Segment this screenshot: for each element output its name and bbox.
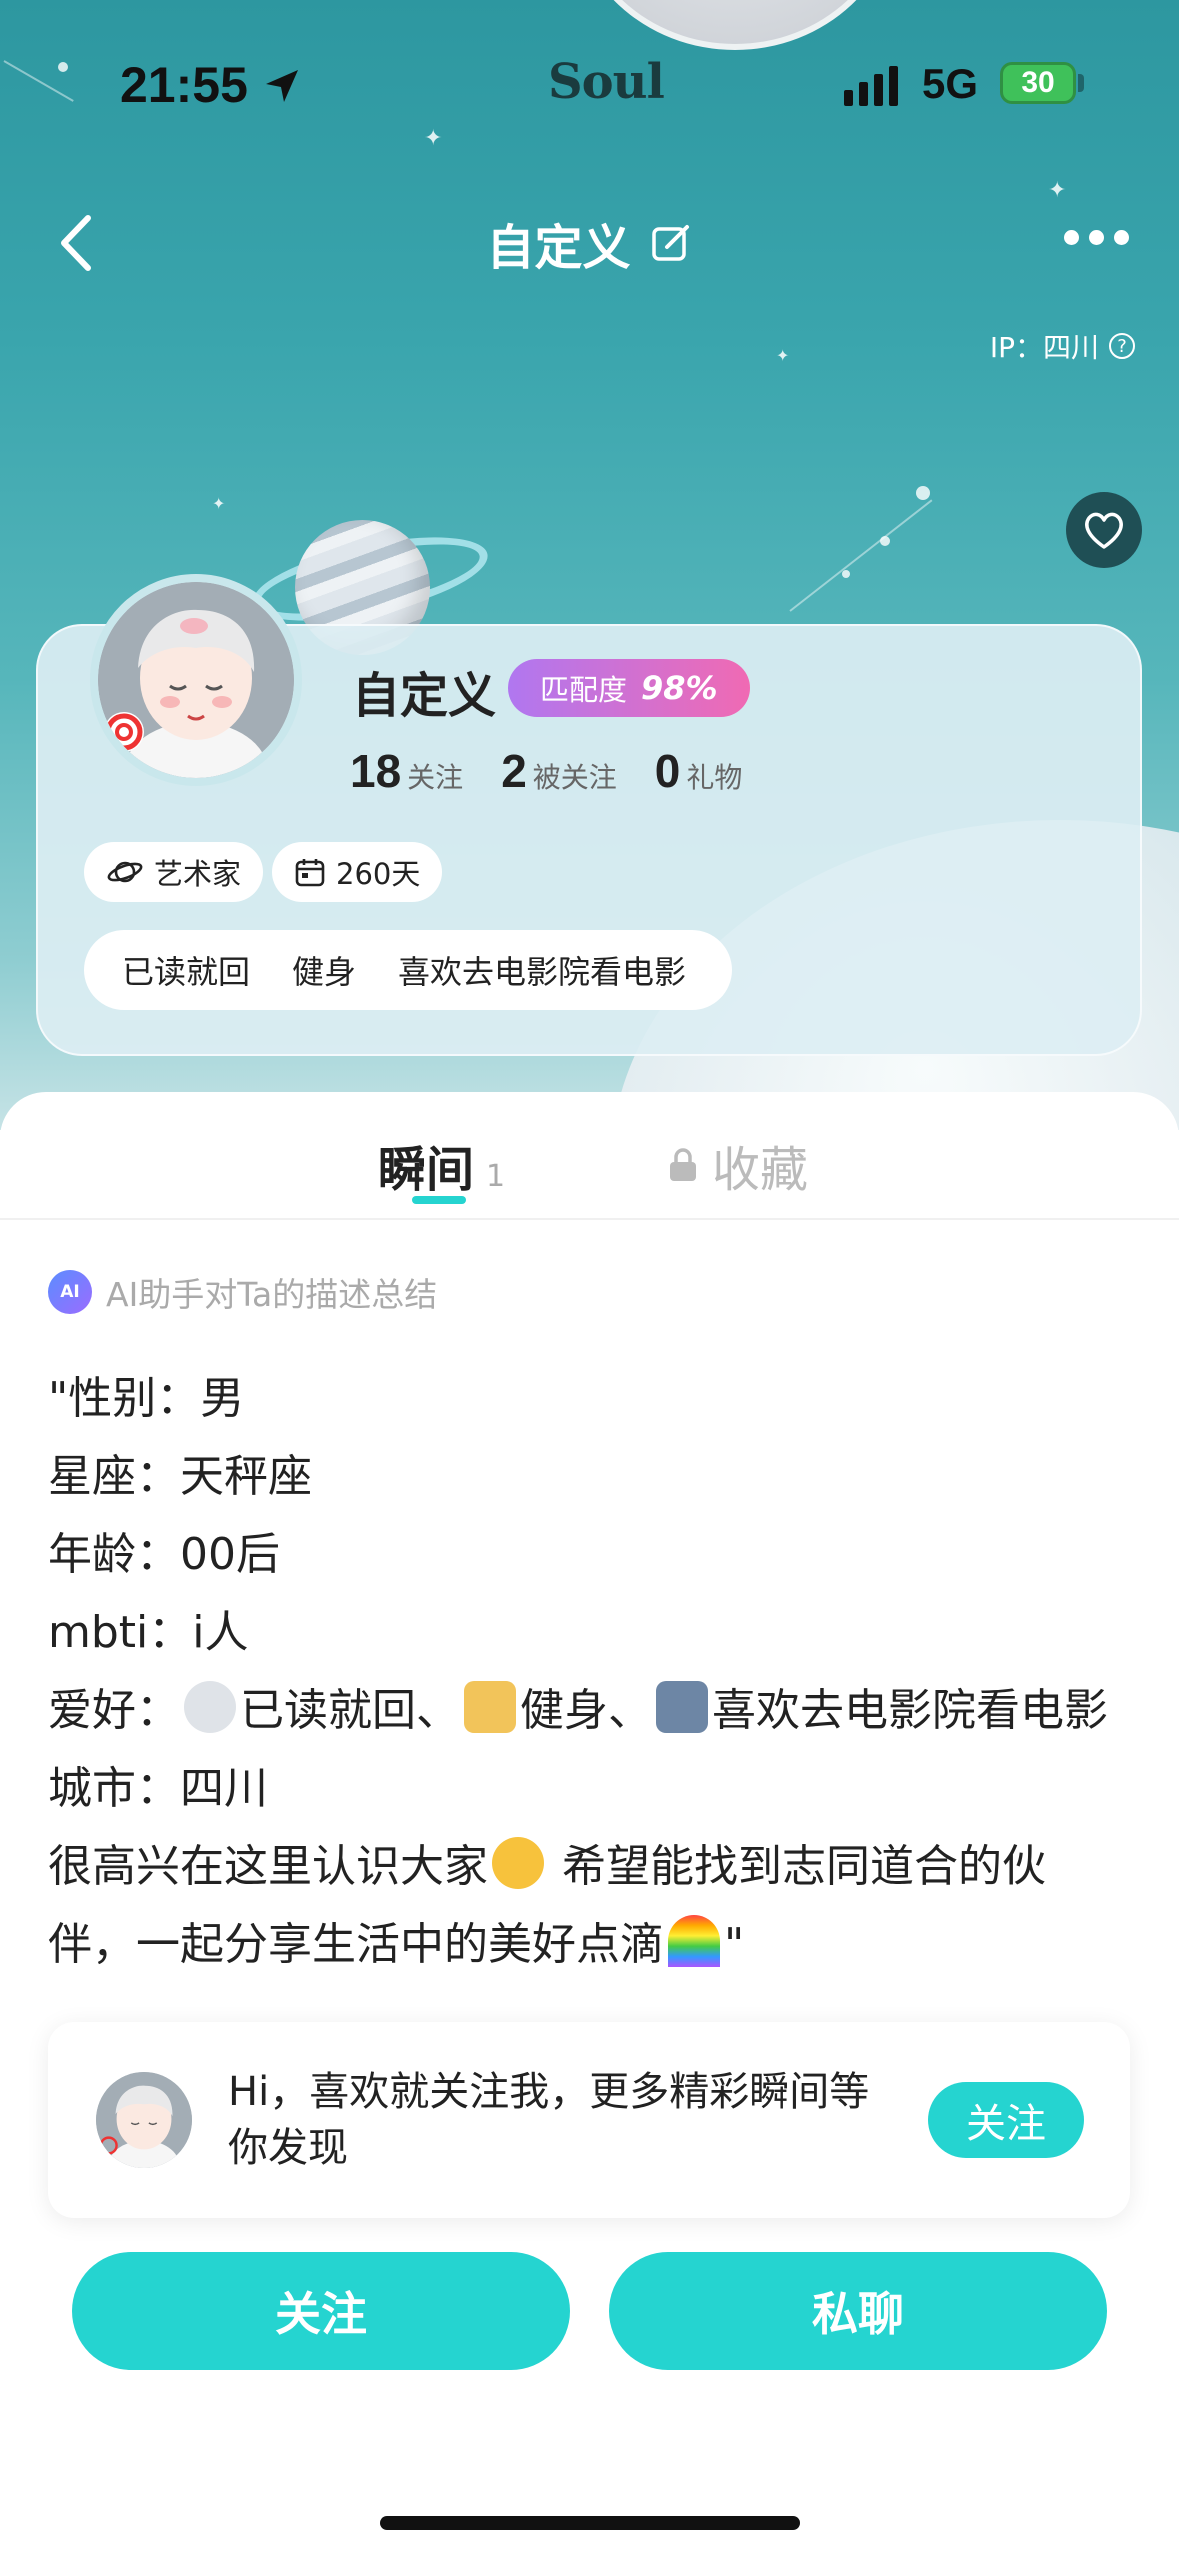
summary-intro-line: 伴，一起分享生活中的美好点滴 "	[48, 1906, 1138, 1984]
tag-chip-days[interactable]: 260天	[272, 842, 443, 902]
ai-summary-text: "性别：男 星座：天秤座 年龄：00后 mbti：i人 爱好： 已读就回、 健身、 喜…	[48, 1360, 1138, 1984]
location-arrow-icon	[266, 70, 298, 102]
summary-line: 城市：四川	[48, 1763, 268, 1814]
summary-line: 星座：天秤座	[48, 1451, 312, 1502]
star-decoration: ✦	[1048, 178, 1067, 203]
ai-assistant-icon: AI	[48, 1270, 92, 1314]
follow-prompt-card: Hi，喜欢就关注我，更多精彩瞬间等你发现 关注	[48, 2022, 1130, 2218]
intro-text: 伴，一起分享生活中的美好点滴	[48, 1919, 664, 1970]
chip-label: 260天	[336, 857, 421, 891]
summary-line: "性别：男	[48, 1373, 245, 1424]
hobby-part: 喜欢去电影院看电影	[712, 1685, 1108, 1736]
smiling-face-hearts-icon	[492, 1837, 544, 1889]
tag-chip-artist[interactable]: 艺术家	[84, 842, 264, 902]
more-options-button[interactable]	[1064, 230, 1129, 245]
stat-number: 18	[350, 745, 402, 797]
star-decoration: ✦	[424, 126, 443, 151]
battery-tip	[1078, 74, 1084, 92]
summary-intro-line: 很高兴在这里认识大家 希望能找到志同道合的伙	[48, 1828, 1138, 1906]
interest-tag: 喜欢去电影院看电影	[398, 953, 687, 991]
follow-button[interactable]: 关注	[72, 2252, 570, 2370]
hobby-part: 健身、	[520, 1685, 652, 1736]
ai-summary-header: AI AI助手对Ta的描述总结	[48, 1268, 437, 1316]
favorite-heart-button[interactable]	[1066, 492, 1142, 568]
summary-hobby-line: 爱好： 已读就回、 健身、 喜欢去电影院看电影	[48, 1672, 1138, 1750]
intro-text: 很高兴在这里认识大家	[48, 1841, 488, 1892]
edit-icon[interactable]	[649, 221, 693, 265]
summary-line: 年龄：00后	[48, 1529, 280, 1580]
lock-icon	[670, 1148, 696, 1181]
movie-camera-icon	[656, 1681, 708, 1733]
avatar-illustration	[96, 2072, 192, 2168]
stat-label: 礼物	[686, 761, 743, 794]
help-icon[interactable]: ?	[1109, 333, 1135, 359]
stat-label: 被关注	[532, 761, 617, 794]
chat-button[interactable]: 私聊	[609, 2252, 1107, 2370]
signal-icon	[844, 64, 898, 106]
home-indicator[interactable]	[380, 2516, 800, 2530]
app-logo: Soul	[548, 54, 665, 110]
avatar[interactable]	[90, 574, 302, 786]
chip-label: 艺术家	[154, 857, 242, 891]
hobby-prefix: 爱好：	[48, 1685, 180, 1736]
nav-title: 自定义	[486, 220, 631, 276]
status-bar: 21:55 Soul 5G 30	[0, 50, 1179, 130]
intro-text: "	[724, 1919, 745, 1970]
constellation-line	[789, 499, 933, 612]
tab-favorites[interactable]: 收藏	[668, 1130, 808, 1200]
ip-label: IP：四川	[989, 331, 1099, 364]
heart-icon	[1085, 512, 1123, 549]
stat-followers[interactable]: 2 被关注	[501, 744, 617, 798]
match-value: 98%	[641, 669, 718, 707]
weightlifter-icon	[464, 1681, 516, 1733]
rainbow-icon	[668, 1915, 720, 1967]
calendar-icon	[295, 859, 325, 887]
network-label: 5G	[922, 60, 979, 107]
star-dot	[842, 570, 850, 578]
battery-level: 30	[1021, 66, 1055, 99]
tabs-divider	[0, 1218, 1179, 1220]
star-decoration: ✦	[212, 494, 226, 513]
prompt-follow-button[interactable]: 关注	[928, 2082, 1084, 2158]
nav-title-group: 自定义	[0, 208, 1179, 278]
stat-gifts[interactable]: 0 礼物	[655, 744, 743, 798]
follow-prompt-text: Hi，喜欢就关注我，更多精彩瞬间等你发现	[228, 2069, 870, 2171]
avatar-illustration	[98, 582, 294, 778]
stat-number: 0	[654, 745, 681, 797]
planet-icon	[107, 861, 143, 883]
match-badge[interactable]: 匹配度 98%	[508, 659, 750, 717]
prompt-avatar	[96, 2072, 192, 2168]
status-time: 21:55	[120, 57, 248, 113]
hobby-part: 已读就回、	[240, 1685, 460, 1736]
moon-decoration	[570, 0, 900, 50]
tab-moments-label: 瞬间	[378, 1142, 475, 1198]
tab-favorites-label: 收藏	[712, 1142, 809, 1198]
intro-text: 希望能找到志同道合的伙	[548, 1841, 1046, 1892]
content-tabs: 瞬间 1 收藏	[0, 1122, 1179, 1218]
stat-following[interactable]: 18 关注	[350, 744, 463, 798]
tab-moments[interactable]: 瞬间 1	[378, 1130, 505, 1200]
star-dot	[916, 486, 930, 500]
ai-summary-label: AI助手对Ta的描述总结	[106, 1275, 438, 1314]
stat-number: 2	[501, 745, 527, 797]
star-decoration: ✦	[776, 346, 790, 365]
speech-bubble-icon	[184, 1681, 236, 1733]
interest-tags[interactable]: 已读就回 健身 喜欢去电影院看电影	[84, 930, 732, 1010]
summary-line: mbti：i人	[48, 1607, 249, 1658]
ip-location: IP：四川 ?	[990, 326, 1135, 366]
active-tab-indicator	[412, 1196, 466, 1204]
tab-moments-count: 1	[486, 1159, 506, 1194]
match-label: 匹配度	[540, 673, 628, 707]
interest-tag: 健身	[292, 953, 357, 991]
battery-icon: 30	[1000, 62, 1076, 104]
interest-tag: 已读就回	[122, 953, 251, 991]
profile-stats: 18 关注 2 被关注 0 礼物	[350, 744, 742, 798]
stat-label: 关注	[407, 761, 464, 794]
profile-name: 自定义	[352, 668, 497, 724]
